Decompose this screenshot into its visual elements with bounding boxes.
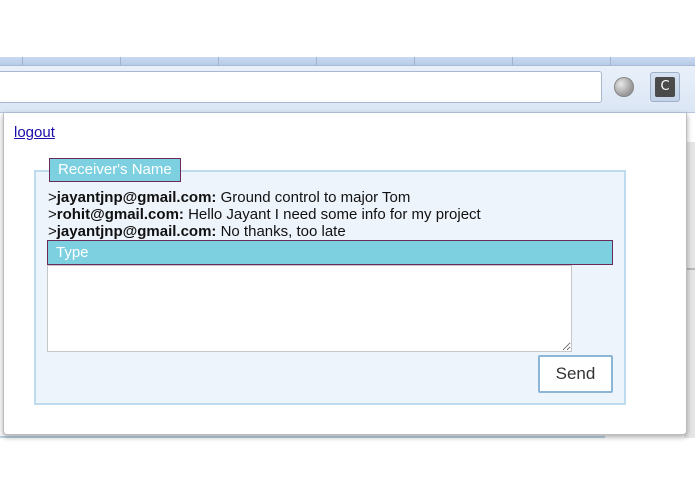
- message-row: >rohit@gmail.com: Hello Jayant I need so…: [48, 206, 481, 223]
- tab-divider: [22, 57, 23, 65]
- chat-panel: Receiver's Name >jayantjnp@gmail.com: Gr…: [34, 158, 626, 405]
- message-row: >jayantjnp@gmail.com: Ground control to …: [48, 189, 481, 206]
- message-prefix: >: [48, 223, 57, 240]
- type-label: Type: [47, 240, 613, 265]
- tab-strip: [0, 57, 695, 66]
- send-button[interactable]: Send: [538, 355, 613, 393]
- message-text: No thanks, too late: [216, 223, 346, 240]
- message-prefix: >: [48, 189, 57, 206]
- message-list: >jayantjnp@gmail.com: Ground control to …: [48, 189, 481, 240]
- message-text: Ground control to major Tom: [216, 189, 411, 206]
- message-row: >jayantjnp@gmail.com: No thanks, too lat…: [48, 223, 481, 240]
- message-sender: jayantjnp@gmail.com:: [56, 223, 217, 240]
- address-bar[interactable]: [0, 71, 602, 103]
- tab-divider: [512, 57, 513, 65]
- message-sender: rohit@gmail.com:: [56, 206, 184, 223]
- tab-divider: [218, 57, 219, 65]
- browser-toolbar: C: [0, 66, 695, 113]
- message-input[interactable]: [47, 265, 572, 352]
- message-prefix: >: [48, 206, 57, 223]
- tab-divider: [120, 57, 121, 65]
- tab-divider: [610, 57, 611, 65]
- message-sender: jayantjnp@gmail.com:: [56, 189, 217, 206]
- globe-icon[interactable]: [614, 77, 634, 97]
- receiver-name-label[interactable]: Receiver's Name: [49, 158, 181, 182]
- message-text: Hello Jayant I need some info for my pro…: [183, 206, 481, 223]
- extension-button[interactable]: C: [650, 72, 680, 102]
- extension-popup: logout Receiver's Name >jayantjnp@gmail.…: [3, 113, 687, 435]
- tab-divider: [414, 57, 415, 65]
- logout-link[interactable]: logout: [14, 124, 55, 141]
- tab-divider: [316, 57, 317, 65]
- c-letter-icon: C: [655, 77, 675, 97]
- page-divider: [0, 436, 605, 438]
